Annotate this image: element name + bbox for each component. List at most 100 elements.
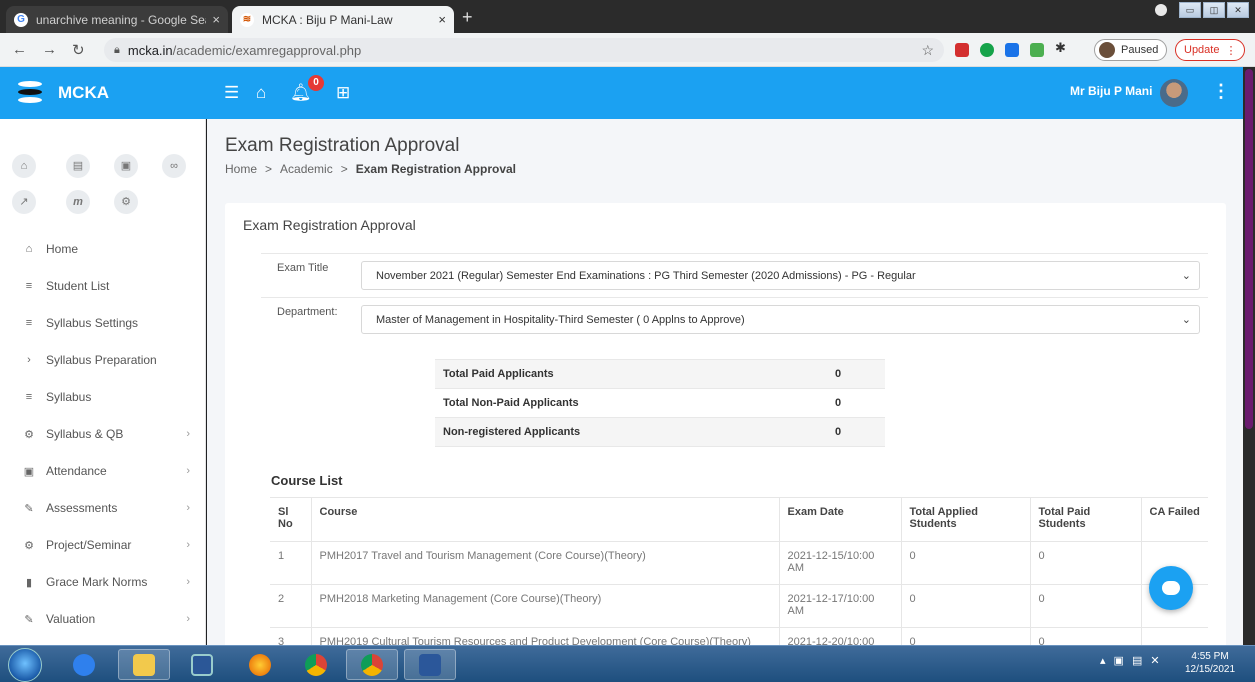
clock-time: 4:55 PM — [1191, 651, 1229, 662]
windows-taskbar: ▴ ▣ ▤ ✕ 4:55 PM 12/15/2021 — [0, 645, 1255, 682]
more-options-icon[interactable]: ⋮ — [1212, 81, 1230, 102]
breadcrumb: Home > Academic > Exam Registration Appr… — [225, 162, 516, 176]
tab-strip: G unarchive meaning - Google Sea × ≋ MCK… — [0, 0, 1255, 33]
exam-title-row: Exam Title November 2021 (Regular) Semes… — [261, 253, 1208, 295]
apps-grid-icon[interactable]: ⊞ — [336, 83, 350, 103]
display-icon[interactable]: ▤ — [1132, 654, 1142, 667]
media-icon — [191, 653, 213, 676]
extension-icon[interactable] — [1005, 43, 1019, 57]
exam-title-select[interactable]: November 2021 (Regular) Semester End Exa… — [361, 261, 1200, 290]
stats-value: 0 — [835, 359, 885, 389]
column-header: Exam Date — [778, 497, 901, 542]
tab-mcka[interactable]: ≋ MCKA : Biju P Mani-Law × — [232, 6, 454, 33]
cell-sl: 3 — [270, 627, 311, 645]
department-row: Department: Master of Management in Hosp… — [261, 297, 1208, 339]
sidebar-item-syllabus-qb[interactable]: ⚙ Syllabus & QB › — [0, 416, 206, 452]
profile-status: Paused — [1121, 44, 1159, 56]
volume-muted-icon[interactable]: ✕ — [1150, 654, 1159, 667]
chat-button[interactable] — [1149, 566, 1193, 610]
network-icon[interactable]: ▣ — [1114, 654, 1124, 667]
bookmark-star-icon[interactable]: ☆ — [921, 42, 934, 59]
user-avatar[interactable] — [1160, 79, 1188, 107]
minimize-button[interactable]: ▭ — [1179, 2, 1201, 18]
sidebar-item-label: Student List — [46, 279, 110, 293]
quick-gear-icon[interactable]: ⚙ — [114, 190, 138, 214]
chevron-right-icon: › — [27, 354, 31, 366]
address-bar[interactable]: 🔒︎ mcka.in/academic/examregapproval.php … — [104, 38, 944, 62]
maximize-button[interactable]: ◫ — [1203, 2, 1225, 18]
sidebar-item-syllabus-preparation[interactable]: › Syllabus Preparation — [0, 342, 206, 378]
department-select[interactable]: Master of Management in Hospitality-Thir… — [361, 305, 1200, 334]
browser-toolbar: ← → ↻ 🔒︎ mcka.in/academic/examregapprova… — [0, 33, 1255, 67]
extension-icon[interactable] — [955, 43, 969, 57]
stats-row: Total Paid Applicants 0 — [435, 359, 885, 389]
user-name[interactable]: Mr Biju P Mani — [1070, 84, 1152, 98]
page-scrollbar[interactable] — [1243, 67, 1255, 645]
cell-date: 2021-12-15/10:00 AM — [778, 541, 901, 585]
system-tray: ▴ ▣ ▤ ✕ — [1100, 654, 1160, 667]
close-window-button[interactable]: ✕ — [1227, 2, 1249, 18]
list-icon: ≡ — [25, 280, 33, 292]
puzzle-icon[interactable]: ✱ — [1055, 40, 1069, 55]
taskbar-chrome[interactable] — [290, 649, 342, 680]
taskbar-chrome-profile[interactable] — [346, 649, 398, 680]
extension-icon[interactable] — [1030, 43, 1044, 57]
start-button[interactable] — [8, 648, 42, 682]
home-icon: ⌂ — [25, 243, 33, 255]
cell-date: 2021-12-20/10:00 — [778, 627, 901, 645]
chat-bubble-icon — [1162, 581, 1180, 595]
exam-title-value: November 2021 (Regular) Semester End Exa… — [376, 270, 916, 282]
cell-date: 2021-12-17/10:00 AM — [778, 584, 901, 628]
quick-m-icon[interactable]: m — [66, 190, 90, 214]
sidebar-item-student-list[interactable]: ≡ Student List — [0, 268, 206, 304]
tray-expand-icon[interactable]: ▴ — [1100, 654, 1106, 667]
app-logo[interactable]: MCKA — [16, 79, 109, 107]
taskbar-explorer[interactable] — [118, 649, 170, 680]
sidebar-item-project-seminar[interactable]: ⚙ Project/Seminar › — [0, 527, 206, 563]
breadcrumb-academic[interactable]: Academic — [280, 162, 333, 176]
menu-toggle-icon[interactable]: ☰ — [224, 83, 239, 103]
mcka-favicon-icon: ≋ — [240, 12, 254, 27]
new-tab-button[interactable]: + — [462, 7, 473, 28]
sidebar-item-attendance[interactable]: ▣ Attendance › — [0, 453, 206, 489]
back-icon[interactable]: ← — [12, 41, 27, 58]
breadcrumb-home[interactable]: Home — [225, 162, 257, 176]
taskbar-app[interactable] — [176, 649, 228, 680]
quick-id-card-icon[interactable]: ▤ — [66, 154, 90, 178]
sidebar-item-assessments[interactable]: ✎ Assessments › — [0, 490, 206, 526]
taskbar-ie[interactable] — [58, 649, 110, 680]
sidebar-item-valuation[interactable]: ✎ Valuation › — [0, 601, 206, 637]
taskbar-firefox[interactable] — [234, 649, 286, 680]
url-text: mcka.in/academic/examregapproval.php — [128, 43, 922, 58]
system-clock[interactable]: 4:55 PM 12/15/2021 — [1185, 650, 1235, 676]
sidebar-item-grace-mark-norms[interactable]: ▮ Grace Mark Norms › — [0, 564, 206, 600]
update-button[interactable]: Update ⋮ — [1175, 39, 1246, 61]
taskbar-word[interactable] — [404, 649, 456, 680]
reload-icon[interactable]: ↻ — [72, 41, 85, 59]
sidebar-item-label: Grace Mark Norms — [46, 575, 148, 589]
sidebar-item-syllabus[interactable]: ≡ Syllabus — [0, 379, 206, 415]
sidebar: ⌂ ▤ ▣ ∞ ↗ m ⚙ ⌂ Home ≡ Student List ≡ Syllabu… — [0, 119, 206, 645]
department-value: Master of Management in Hospitality-Thir… — [376, 314, 745, 326]
quick-lock-icon[interactable]: ▣ — [114, 154, 138, 178]
forward-icon[interactable]: → — [42, 41, 57, 58]
scrollbar-thumb[interactable] — [1245, 69, 1253, 429]
stats-row: Total Non-Paid Applicants 0 — [435, 388, 885, 418]
grammarly-icon[interactable] — [980, 43, 994, 57]
quick-external-link-icon[interactable]: ↗ — [12, 190, 36, 214]
cell-paid: 0 — [1029, 584, 1141, 628]
close-tab-icon[interactable]: × — [212, 12, 220, 27]
stats-label: Total Paid Applicants — [435, 359, 835, 389]
stats-value: 0 — [835, 388, 885, 418]
quick-handshake-icon[interactable]: ∞ — [162, 154, 186, 178]
tab-google-search[interactable]: G unarchive meaning - Google Sea × — [6, 6, 228, 33]
quick-home-icon[interactable]: ⌂ — [12, 154, 36, 178]
notification-badge: 0 — [308, 75, 324, 91]
profile-button[interactable]: Paused — [1094, 39, 1168, 61]
sidebar-item-syllabus-settings[interactable]: ≡ Syllabus Settings — [0, 305, 206, 341]
sidebar-item-home[interactable]: ⌂ Home — [0, 231, 206, 267]
course-list-title: Course List — [271, 473, 343, 488]
cell-course: PMH2019 Cultural Tourism Resources and P… — [310, 627, 779, 645]
home-icon[interactable]: ⌂ — [256, 83, 266, 103]
close-tab-icon[interactable]: × — [438, 12, 446, 27]
